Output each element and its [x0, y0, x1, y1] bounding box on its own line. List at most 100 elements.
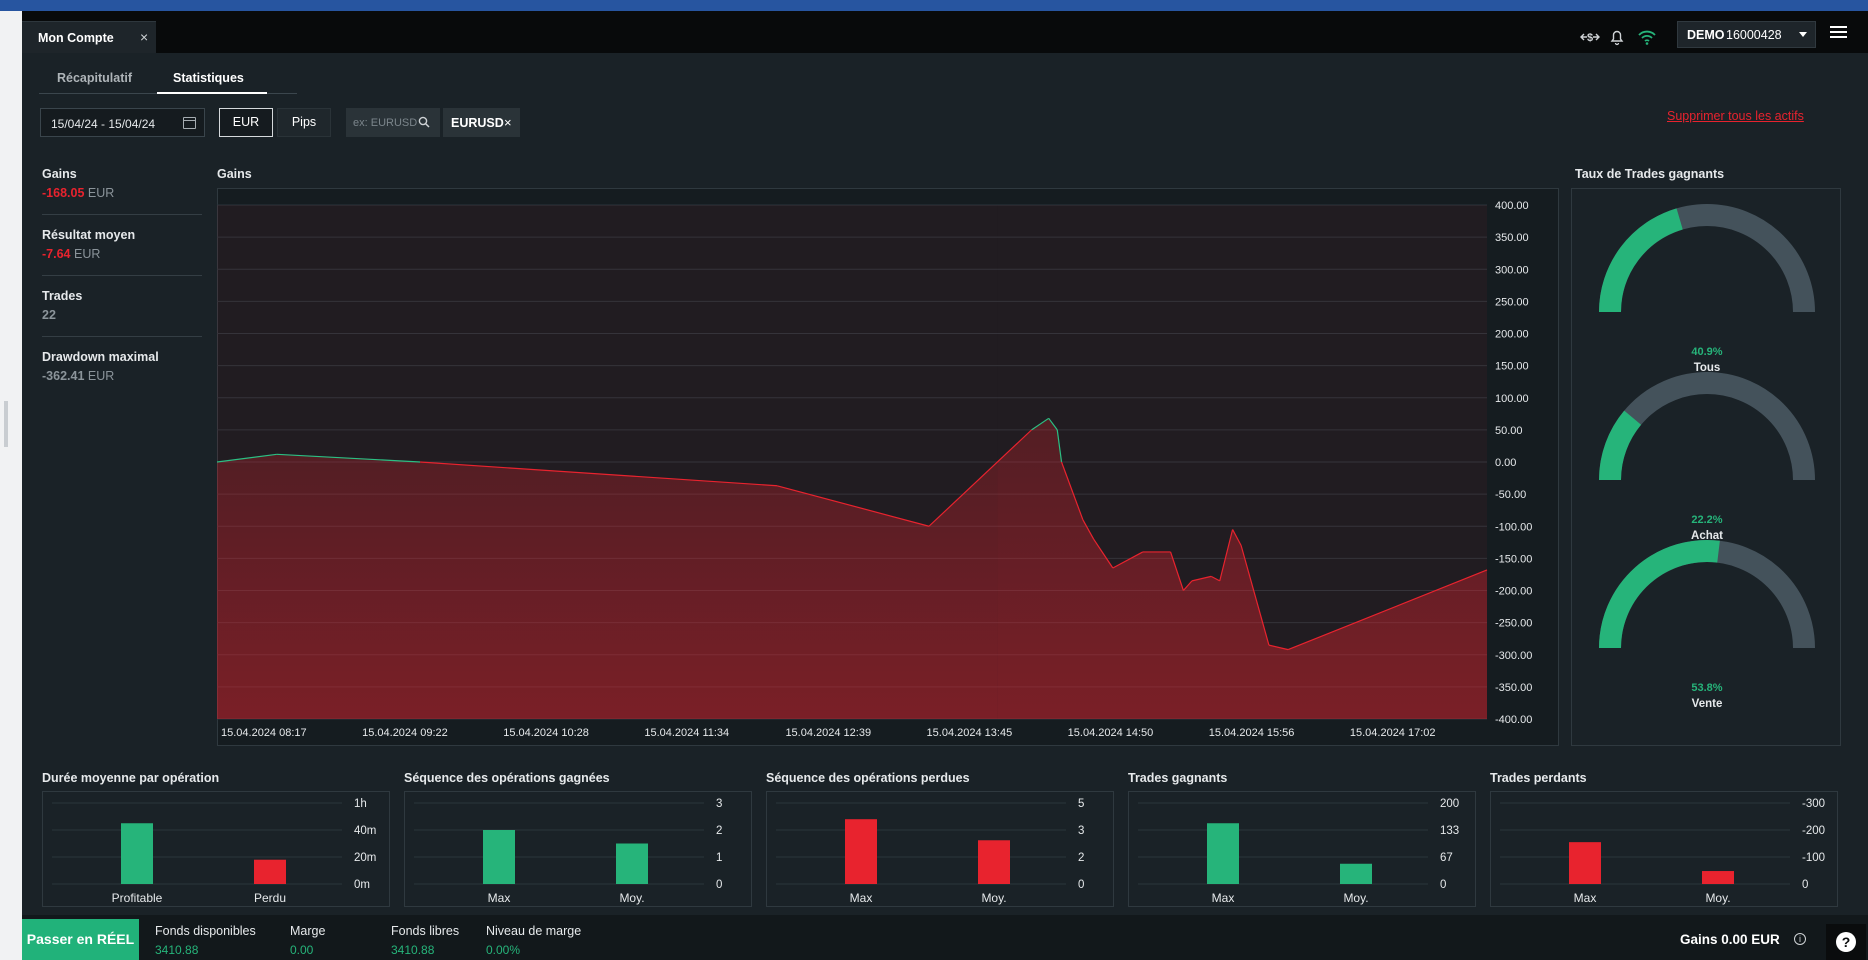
avg-duration-bar-chart: 1h 40m 20m 0m Profitable Perdu: [42, 791, 390, 907]
y-tick-label: 0: [1440, 879, 1446, 891]
chart-frame: [766, 791, 1114, 907]
win-rate-gauges: 40.9% Tous 22.2% Achat 53.8% Vente: [1571, 188, 1841, 746]
dollar-transfer-icon[interactable]: $: [1579, 27, 1601, 47]
x-tick-label: 15.04.2024 08:17: [221, 727, 307, 739]
y-tick-label: 40m: [354, 825, 376, 837]
top-bar: Mon Compte × $ DEMO 16000428: [22, 11, 1868, 53]
x-tick-label: 15.04.2024 15:56: [1209, 727, 1295, 739]
avg-duration-title: Durée moyenne par opération: [42, 771, 220, 785]
gauge-label-sell: Vente: [1691, 698, 1723, 710]
footer-value: 0.00: [290, 943, 314, 957]
y-tick-label: 300.00: [1495, 264, 1529, 276]
y-tick-label: 50.00: [1495, 425, 1523, 437]
footer-label: Fonds libres: [391, 924, 460, 938]
asset-search-input[interactable]: ex: EURUSD: [346, 108, 440, 137]
bar: [1569, 842, 1601, 884]
selected-asset-chip: EURUSD ×: [443, 108, 520, 137]
hamburger-menu-icon[interactable]: [1830, 26, 1847, 40]
stat-value: -7.64: [42, 247, 71, 261]
help-button[interactable]: ?: [1826, 924, 1866, 960]
gauge-percent-sell: 53.8%: [1691, 682, 1723, 694]
info-icon[interactable]: i: [1794, 933, 1806, 945]
stat-label: Résultat moyen: [42, 228, 136, 242]
browser-top-bar: [0, 0, 1868, 11]
stat-trades: Trades 22: [42, 289, 202, 322]
stat-label: Trades: [42, 289, 83, 303]
help-icon: ?: [1836, 932, 1856, 952]
statistics-panel: Récapitulatif Statistiques 15/04/24 - 15…: [22, 53, 1868, 915]
delete-all-assets-link[interactable]: Supprimer tous les actifs: [1667, 109, 1804, 123]
search-icon: [418, 116, 430, 128]
account-mode: DEMO: [1687, 28, 1725, 42]
chart-frame: [404, 791, 752, 907]
y-tick-label: 3: [1078, 825, 1084, 837]
chevron-down-icon: [1799, 32, 1807, 37]
loss-streak-bar-chart: 5 3 2 0 Max Moy.: [766, 791, 1114, 907]
chart-frame: [1490, 791, 1838, 907]
pips-unit-button[interactable]: Pips: [277, 108, 331, 137]
category-label: Perdu: [254, 891, 286, 905]
footer-margin-level: Niveau de marge 0.00%: [486, 924, 581, 957]
remove-asset-icon[interactable]: ×: [504, 115, 512, 130]
footer-bar: Passer en RÉEL Fonds disponibles 3410.88…: [22, 915, 1868, 960]
calendar-icon: [183, 117, 196, 129]
category-label: Moy.: [1705, 891, 1730, 905]
tab-statistiques[interactable]: Statistiques: [173, 71, 244, 85]
stat-divider: [42, 275, 202, 276]
y-tick-label: 200: [1440, 798, 1459, 810]
y-tick-label: 133: [1440, 825, 1459, 837]
gauge-fill: [1599, 208, 1684, 313]
y-tick-label: 2: [716, 825, 722, 837]
eur-unit-button[interactable]: EUR: [219, 108, 273, 137]
search-placeholder: ex: EURUSD: [353, 117, 418, 129]
stat-divider: [42, 336, 202, 337]
x-tick-label: 15.04.2024 14:50: [1068, 727, 1154, 739]
stat-average-result: Résultat moyen -7.64 EUR: [42, 228, 202, 261]
tab-recapitulatif[interactable]: Récapitulatif: [57, 71, 132, 85]
y-tick-label: -250.00: [1495, 618, 1532, 630]
x-tick-label: 15.04.2024 12:39: [785, 727, 871, 739]
y-tick-label: 200.00: [1495, 329, 1529, 341]
gauge-track: [1599, 372, 1815, 481]
footer-free-funds: Fonds libres 3410.88: [391, 924, 459, 957]
footer-margin: Marge 0.00: [290, 924, 325, 957]
y-tick-label: -50.00: [1495, 489, 1526, 501]
bar: [1340, 863, 1372, 884]
y-tick-label: 0: [1802, 879, 1808, 891]
bar: [121, 823, 153, 884]
y-tick-label: -150.00: [1495, 553, 1532, 565]
chart-frame: [1128, 791, 1476, 907]
account-selector[interactable]: DEMO 16000428: [1677, 21, 1816, 48]
left-edge-handle[interactable]: [4, 401, 8, 447]
stat-max-drawdown: Drawdown maximal -362.41 EUR: [42, 350, 202, 383]
loss-streak-title: Séquence des opérations perdues: [766, 771, 970, 785]
winning-trades-title: Trades gagnants: [1128, 771, 1228, 785]
stat-value: -168.05: [42, 186, 85, 200]
y-tick-label: -200: [1802, 825, 1825, 837]
win-streak-title: Séquence des opérations gagnées: [404, 771, 610, 785]
y-tick-label: 67: [1440, 852, 1453, 864]
stat-value: 22: [42, 308, 56, 322]
y-tick-label: -300.00: [1495, 650, 1532, 662]
go-real-button[interactable]: Passer en RÉEL: [22, 919, 139, 960]
y-tick-label: -100: [1802, 852, 1825, 864]
gauge-percent-all: 40.9%: [1691, 346, 1723, 358]
tab-close-icon[interactable]: ×: [140, 29, 148, 45]
bar: [483, 830, 515, 884]
bar: [1207, 823, 1239, 884]
stat-divider: [42, 214, 202, 215]
tab-mon-compte[interactable]: Mon Compte ×: [22, 21, 156, 53]
stat-unit: EUR: [87, 369, 115, 383]
gauge-percent-buy: 22.2%: [1691, 514, 1723, 526]
footer-gains: Gains 0.00 EUR: [1680, 932, 1780, 947]
y-tick-label: 0m: [354, 879, 370, 891]
stat-unit: EUR: [73, 247, 101, 261]
date-range-picker[interactable]: 15/04/24 - 15/04/24: [40, 108, 205, 137]
subtab-active-indicator: [157, 92, 267, 94]
y-tick-label: 3: [716, 798, 722, 810]
y-tick-label: 5: [1078, 798, 1084, 810]
wifi-signal-icon: [1638, 30, 1656, 45]
stat-unit: EUR: [87, 186, 115, 200]
y-tick-label: -200.00: [1495, 586, 1532, 598]
bell-icon[interactable]: [1606, 27, 1628, 47]
